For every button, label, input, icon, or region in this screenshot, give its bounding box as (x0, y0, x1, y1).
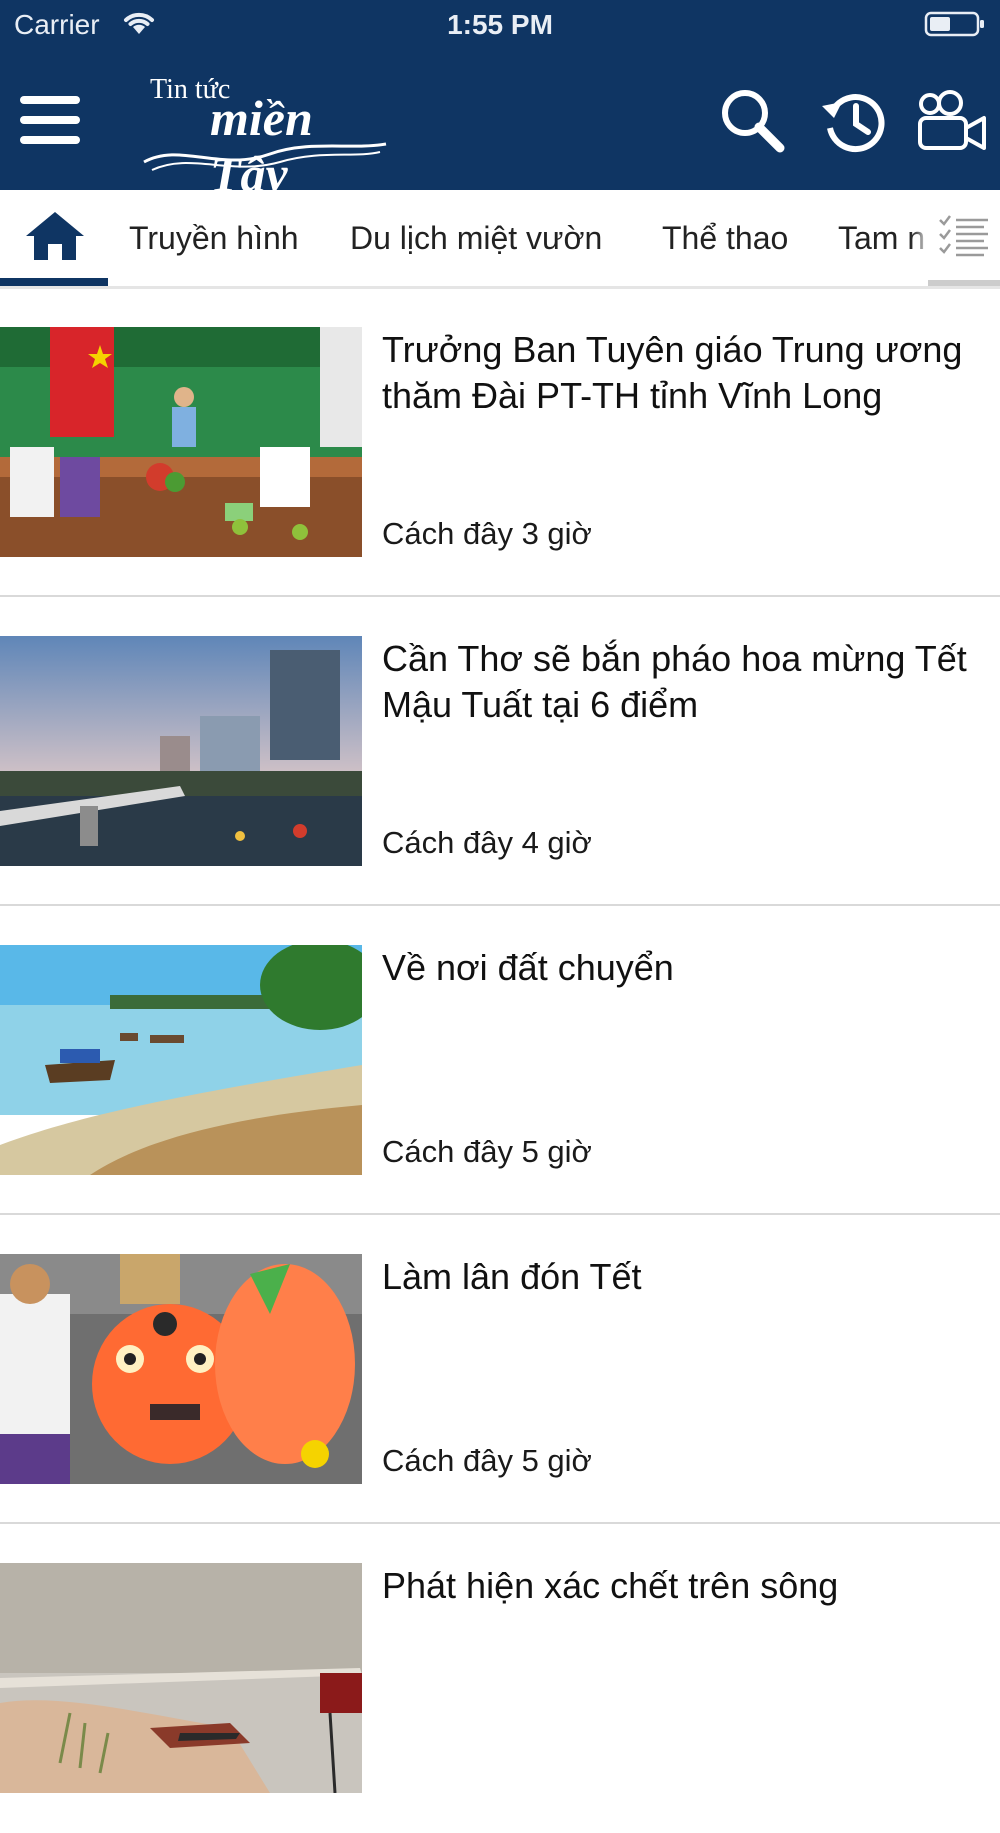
article-thumbnail (0, 1254, 362, 1484)
article-time: Cách đây 5 giờ (382, 1134, 592, 1169)
home-icon (26, 212, 84, 260)
article-item[interactable]: Làm lân đón Tết Cách đây 5 giờ (0, 1216, 1000, 1524)
article-thumbnail (0, 636, 362, 866)
tab-truyen-hinh[interactable]: Truyền hình (129, 218, 299, 258)
history-icon[interactable] (820, 88, 886, 154)
article-title[interactable]: Cần Thơ sẽ bắn pháo hoa mừng Tết Mậu Tuấ… (382, 636, 982, 728)
article-thumbnail (0, 1563, 362, 1793)
category-tabbar: Truyền hình Du lịch miệt vườn Thể thao T… (0, 190, 1000, 289)
article-title[interactable]: Trưởng Ban Tuyên giáo Trung ương thăm Đà… (382, 327, 982, 419)
article-title[interactable]: Phát hiện xác chết trên sông (382, 1563, 982, 1609)
article-time: Cách đây 3 giờ (382, 516, 592, 551)
search-icon[interactable] (718, 86, 786, 154)
clock: 1:55 PM (447, 9, 553, 40)
menu-icon[interactable] (18, 90, 82, 150)
app-logo[interactable]: Tin tức miền Tây (140, 70, 400, 202)
tab-du-lich-miet-vuon[interactable]: Du lịch miệt vườn (350, 218, 602, 258)
battery-icon (924, 11, 984, 37)
article-item[interactable]: Về nơi đất chuyển Cách đây 5 giờ (0, 907, 1000, 1215)
category-list-button[interactable] (928, 190, 1000, 286)
article-item[interactable]: Cần Thơ sẽ bắn pháo hoa mừng Tết Mậu Tuấ… (0, 598, 1000, 906)
article-item[interactable]: Trưởng Ban Tuyên giáo Trung ương thăm Đà… (0, 289, 1000, 597)
tab-home[interactable] (0, 190, 108, 286)
tab-tam-n[interactable]: Tam n (838, 218, 925, 258)
article-title[interactable]: Làm lân đón Tết (382, 1254, 982, 1300)
article-item[interactable]: Phát hiện xác chết trên sông (0, 1525, 1000, 1833)
tab-menu-underline (928, 280, 1000, 286)
checklist-icon (939, 215, 988, 257)
article-thumbnail (0, 945, 362, 1175)
article-thumbnail (0, 327, 362, 557)
article-time: Cách đây 5 giờ (382, 1443, 592, 1478)
app-header: Tin tức miền Tây (0, 50, 1000, 202)
status-bar: Carrier 1:55 PM (0, 0, 1000, 50)
tab-the-thao[interactable]: Thể thao (662, 218, 788, 258)
video-camera-icon[interactable] (916, 90, 988, 154)
logo-wave-icon (143, 142, 387, 171)
article-time: Cách đây 4 giờ (382, 825, 592, 860)
active-tab-indicator (0, 278, 108, 286)
article-title[interactable]: Về nơi đất chuyển (382, 945, 982, 991)
